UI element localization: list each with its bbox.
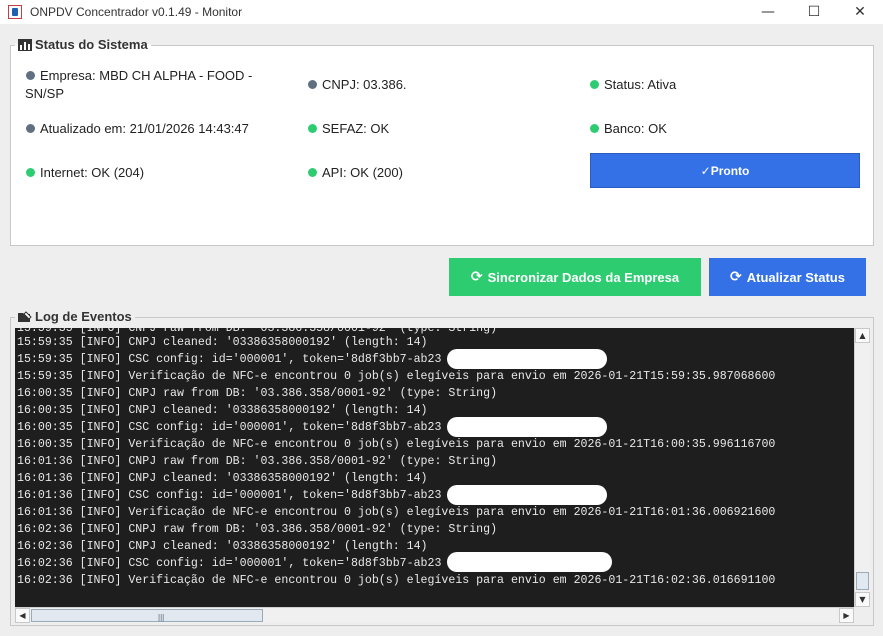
log-line: 16:00:35 [INFO] Verificação de NFC-e enc… <box>17 438 776 451</box>
status-panel-title: Status do Sistema <box>15 37 151 52</box>
redaction-mark <box>447 552 612 572</box>
status-cnpj: CNPJ: 03.386. <box>308 76 407 93</box>
refresh-label: Atualizar Status <box>746 269 845 285</box>
log-line: 16:00:35 [INFO] CNPJ cleaned: '033863580… <box>17 404 428 417</box>
log-line: 16:02:36 [INFO] CSC config: id='000001',… <box>17 557 442 570</box>
status-atualizado: Atualizado em: 21/01/2026 14:43:47 <box>26 120 249 137</box>
redaction-mark <box>447 349 607 369</box>
status-dot-icon <box>308 168 317 177</box>
log-line: 16:01:36 [INFO] CNPJ cleaned: '033863580… <box>17 472 428 485</box>
scroll-right-icon[interactable]: ▶ <box>839 608 854 623</box>
pronto-label: ✓Pronto <box>700 163 750 178</box>
sync-label: Sincronizar Dados da Empresa <box>487 269 680 285</box>
status-banco: Banco: OK <box>590 120 667 137</box>
window-controls: — ☐ ✕ <box>745 0 883 24</box>
java-app-icon <box>8 5 22 19</box>
internet-text: Internet: OK (204) <box>40 165 145 180</box>
refresh-status-button[interactable]: ⟳ Atualizar Status <box>709 258 866 296</box>
status-ativa: Status: Ativa <box>590 76 676 93</box>
log-line: 16:00:35 [INFO] CNPJ raw from DB: '03.38… <box>17 387 498 400</box>
status-dot-icon <box>590 80 599 89</box>
title-bar: ONPDV Concentrador v0.1.49 - Monitor — ☐… <box>0 0 883 24</box>
log-title-text: Log de Eventos <box>35 309 132 324</box>
vertical-scroll-thumb[interactable] <box>856 572 869 590</box>
scroll-down-icon[interactable]: ▼ <box>855 592 870 607</box>
status-panel: Status do Sistema Empresa: MBD CH ALPHA … <box>10 37 874 246</box>
status-sefaz: SEFAZ: OK <box>308 120 389 137</box>
atualizado-text: Atualizado em: 21/01/2026 14:43:47 <box>40 121 249 136</box>
log-line: 16:02:36 [INFO] CNPJ raw from DB: '03.38… <box>17 523 498 536</box>
log-line: 16:02:36 [INFO] Verificação de NFC-e enc… <box>17 574 776 587</box>
status-dot-icon <box>26 71 35 80</box>
log-line: 16:01:36 [INFO] CSC config: id='000001',… <box>17 489 442 502</box>
chart-icon <box>18 38 32 51</box>
minimize-icon[interactable]: — <box>745 0 791 24</box>
status-text: Status: Ativa <box>604 77 677 92</box>
cnpj-text: CNPJ: 03.386. <box>322 77 407 92</box>
sync-icon: ⟳ <box>470 269 483 285</box>
log-line: 15:59:35 [INFO] CNPJ cleaned: '033863580… <box>17 336 428 349</box>
empresa-line2: SN/SP <box>25 86 65 101</box>
grip-icon: ||| <box>158 613 165 622</box>
folder-edit-icon <box>18 310 32 322</box>
scroll-corner <box>854 607 870 623</box>
status-api: API: OK (200) <box>308 164 403 181</box>
log-line: 16:01:36 [INFO] Verificação de NFC-e enc… <box>17 506 776 519</box>
vertical-scrollbar[interactable]: ▲ ▼ <box>854 328 870 607</box>
log-line: 15:59:35 [INFO] Verificação de NFC-e enc… <box>17 370 776 383</box>
log-panel: Log de Eventos 15:59:35 [INFO] CNPJ raw … <box>10 309 874 626</box>
log-line: 16:01:36 [INFO] CNPJ raw from DB: '03.38… <box>17 455 498 468</box>
empresa-text: Empresa: MBD CH ALPHA - FOOD - <box>40 67 252 84</box>
sync-company-button[interactable]: ⟳ Sincronizar Dados da Empresa <box>449 258 701 296</box>
redaction-mark <box>447 417 607 437</box>
status-dot-icon <box>26 124 35 133</box>
scroll-left-icon[interactable]: ◀ <box>15 608 30 623</box>
status-empresa: Empresa: MBD CH ALPHA - FOOD - <box>26 67 276 84</box>
log-panel-title: Log de Eventos <box>15 309 135 324</box>
scroll-up-icon[interactable]: ▲ <box>855 328 870 343</box>
maximize-icon[interactable]: ☐ <box>791 0 837 24</box>
refresh-icon: ⟳ <box>730 269 742 285</box>
banco-text: Banco: OK <box>604 121 667 136</box>
status-dot-icon <box>308 124 317 133</box>
close-icon[interactable]: ✕ <box>837 0 883 24</box>
status-dot-icon <box>26 168 35 177</box>
log-line: 16:00:35 [INFO] CSC config: id='000001',… <box>17 421 442 434</box>
empresa-line1: Empresa: MBD CH ALPHA - FOOD - <box>40 68 253 83</box>
status-dot-icon <box>308 80 317 89</box>
status-dot-icon <box>590 124 599 133</box>
log-line: 16:02:36 [INFO] CNPJ cleaned: '033863580… <box>17 540 428 553</box>
api-text: API: OK (200) <box>322 165 403 180</box>
window-title: ONPDV Concentrador v0.1.49 - Monitor <box>30 5 243 19</box>
log-textarea[interactable]: 15:59:35 [INFO] CNPJ raw from DB: '03.38… <box>15 328 854 607</box>
sefaz-text: SEFAZ: OK <box>322 121 390 136</box>
horizontal-scrollbar[interactable]: ◀ ||| ▶ <box>15 607 854 623</box>
horizontal-scroll-thumb[interactable]: ||| <box>31 609 263 622</box>
redaction-mark <box>447 485 607 505</box>
log-line: 15:59:35 [INFO] CSC config: id='000001',… <box>17 353 442 366</box>
pronto-button[interactable]: ✓Pronto <box>590 153 860 188</box>
status-empresa-cont: SN/SP <box>25 85 64 102</box>
status-title-text: Status do Sistema <box>35 37 148 52</box>
status-internet: Internet: OK (204) <box>26 164 144 181</box>
